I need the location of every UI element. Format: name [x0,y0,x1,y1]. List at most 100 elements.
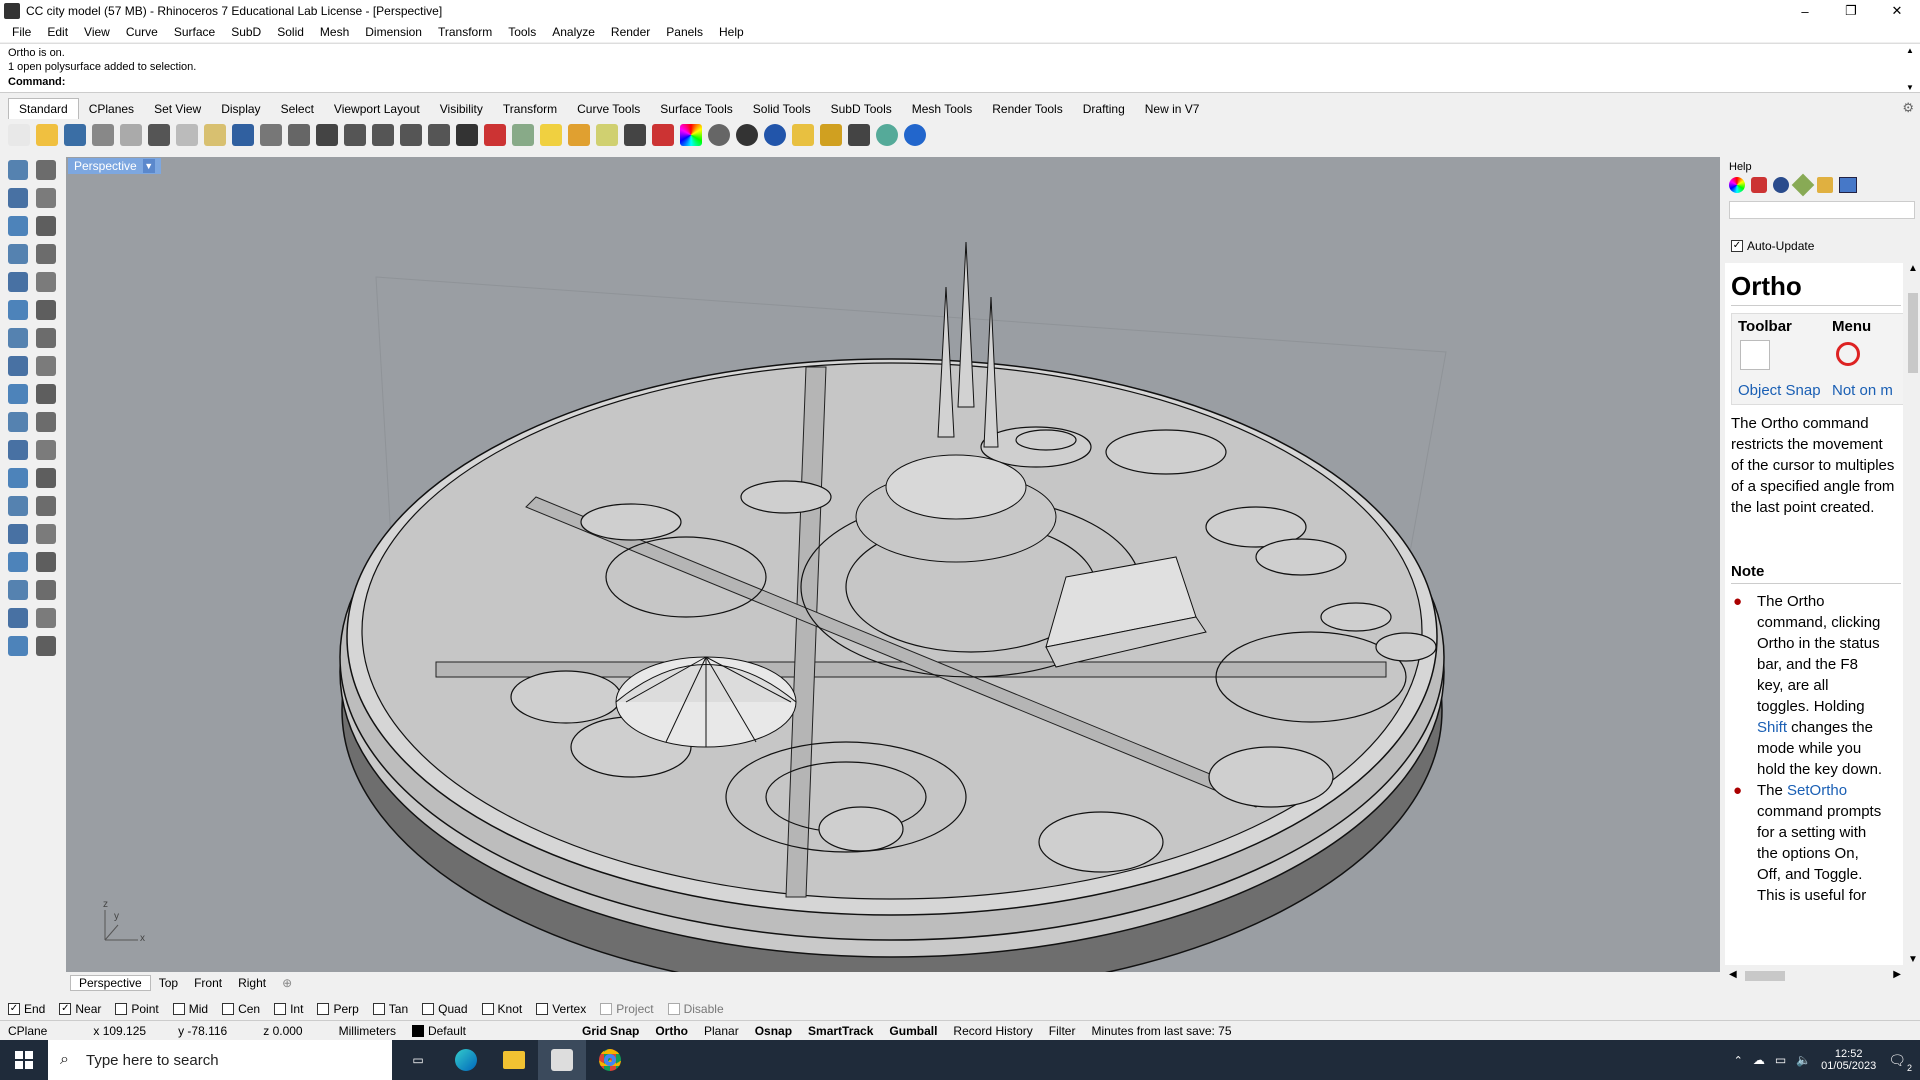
perspective-viewport[interactable] [66,157,1720,972]
curvature-icon[interactable] [8,468,28,488]
layer-indicator[interactable]: Default [404,1024,474,1038]
checkbox-icon[interactable] [600,1003,613,1015]
arc-icon[interactable] [8,272,28,292]
help-search-input[interactable] [1729,201,1915,219]
select-arrow-icon[interactable] [8,160,28,180]
osnap-cen[interactable]: Cen [222,1002,260,1016]
environment-icon[interactable] [1773,177,1789,193]
new-icon[interactable] [8,124,30,146]
smarttrack-toggle[interactable]: SmartTrack [800,1024,881,1038]
tab-drafting[interactable]: Drafting [1073,99,1135,119]
pan-hand-icon[interactable] [260,124,282,146]
tab-visibility[interactable]: Visibility [430,99,493,119]
checkbox-icon[interactable] [115,1003,128,1015]
menu-curve[interactable]: Curve [118,25,166,39]
maximize-button[interactable]: ❐ [1828,0,1874,22]
curve-icon[interactable] [36,188,56,208]
zoom-window-icon[interactable] [344,124,366,146]
osnap-perp[interactable]: Perp [317,1002,359,1016]
menu-help[interactable]: Help [711,25,752,39]
offset-icon[interactable] [8,384,28,404]
setortho-link[interactable]: SetOrtho [1787,782,1847,799]
light-icon[interactable] [596,124,618,146]
box-icon[interactable] [8,328,28,348]
four-viewports-icon[interactable] [456,124,478,146]
checkbox-icon[interactable] [422,1003,435,1015]
rendered-icon[interactable] [736,124,758,146]
windows-start-icon[interactable] [0,1040,48,1080]
menu-surface[interactable]: Surface [166,25,223,39]
move-icon[interactable] [8,440,28,460]
zoom-selected-icon[interactable] [400,124,422,146]
command-scrollbar[interactable]: ▲ ▼ [1906,46,1916,92]
tab-transform[interactable]: Transform [493,99,567,119]
scroll-down-icon[interactable]: ▼ [1908,954,1918,965]
menu-dimension[interactable]: Dimension [357,25,430,39]
sphere-tool-icon[interactable] [8,636,28,656]
cut-icon[interactable] [148,124,170,146]
taskbar-search[interactable]: ⌕ Type here to search [48,1040,392,1080]
file-explorer-icon[interactable] [490,1051,538,1069]
grid-snap-toggle[interactable]: Grid Snap [574,1024,647,1038]
not-on-menu-link[interactable]: Not on m [1832,382,1893,399]
close-button[interactable]: ✕ [1874,0,1920,22]
volume-icon[interactable]: 🔈 [1796,1053,1811,1067]
checkbox-checked-icon[interactable]: ✓ [59,1003,72,1015]
cplane-icon[interactable] [512,124,534,146]
chrome-icon[interactable] [586,1049,634,1071]
points-icon[interactable] [568,124,590,146]
osnap-point[interactable]: Point [115,1002,159,1016]
menu-transform[interactable]: Transform [430,25,500,39]
help-tab-icon[interactable] [1839,177,1857,193]
measure-icon[interactable] [36,552,56,572]
planar-toggle[interactable]: Planar [696,1024,747,1038]
lock-icon[interactable] [624,124,646,146]
chevron-up-icon[interactable]: ⌃ [1734,1054,1743,1067]
osnap-knot[interactable]: Knot [481,1002,522,1016]
color-wheel-icon[interactable] [1729,177,1745,193]
add-viewport-icon[interactable]: ⊕ [274,976,300,990]
checkbox-icon[interactable] [172,1003,185,1015]
tab-select[interactable]: Select [271,99,324,119]
point-icon[interactable] [36,160,56,180]
gumball-toggle[interactable]: Gumball [881,1024,945,1038]
osnap-near[interactable]: ✓ Near [59,1002,101,1016]
shift-link[interactable]: Shift [1757,719,1787,736]
tab-solid-tools[interactable]: Solid Tools [743,99,821,119]
move-view-icon[interactable] [288,124,310,146]
trim-icon[interactable] [36,412,56,432]
checkbox-icon[interactable] [222,1003,235,1015]
viewport-title[interactable]: Perspective ▼ [68,158,161,174]
minimize-button[interactable]: – [1782,0,1828,22]
help-vertical-scrollbar[interactable]: ▲ ▼ [1906,263,1920,965]
menu-render[interactable]: Render [603,25,658,39]
paste-icon[interactable] [204,124,226,146]
save-icon[interactable] [64,124,86,146]
tab-front[interactable]: Front [186,976,230,990]
object-snap-link[interactable]: Object Snap [1738,382,1821,399]
tab-perspective[interactable]: Perspective [70,975,151,991]
revolve-icon[interactable] [36,300,56,320]
extrude-icon[interactable] [36,356,56,376]
array-icon[interactable] [36,524,56,544]
folder-icon[interactable] [1817,177,1833,193]
checkbox-icon[interactable] [317,1003,330,1015]
clock[interactable]: 12:52 01/05/2023 [1821,1048,1876,1072]
dimension-icon[interactable] [36,496,56,516]
mesh-icon[interactable] [8,552,28,572]
cylinder-icon[interactable] [8,356,28,376]
menu-analyze[interactable]: Analyze [544,25,603,39]
task-view-icon[interactable]: ▭ [394,1053,442,1067]
menu-solid[interactable]: Solid [269,25,312,39]
checkbox-checked-icon[interactable]: ✓ [1731,240,1743,252]
filter-toggle[interactable]: Filter [1041,1024,1084,1038]
ellipse-icon[interactable] [36,216,56,236]
text-icon[interactable] [8,496,28,516]
material-icon[interactable] [652,124,674,146]
osnap-project[interactable]: Project [600,1002,654,1016]
tab-cplanes[interactable]: CPlanes [79,99,144,119]
tab-top[interactable]: Top [151,976,186,990]
osnap-toggle[interactable]: Osnap [747,1024,800,1038]
copy-icon[interactable] [176,124,198,146]
gumball-icon[interactable] [36,580,56,600]
